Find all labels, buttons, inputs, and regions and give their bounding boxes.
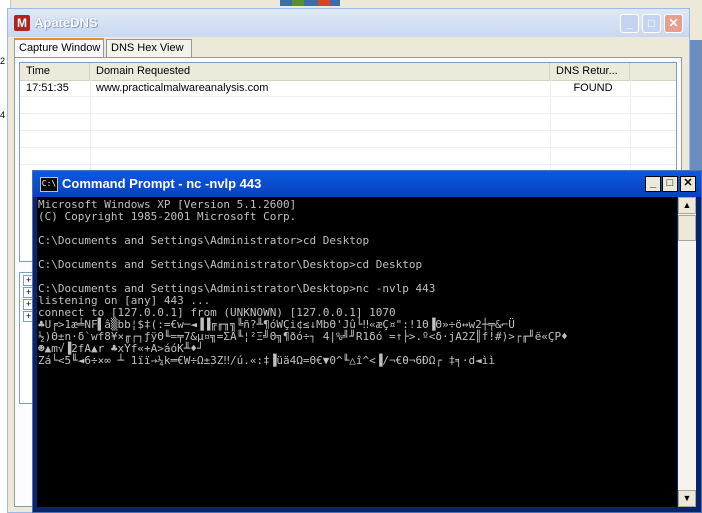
minimize-button[interactable]: _	[620, 14, 639, 33]
cell-domain: www.practicalmalwareanalysis.com	[96, 82, 269, 94]
table-row-empty	[20, 131, 676, 148]
scroll-thumb[interactable]	[678, 215, 696, 241]
table-row-empty	[20, 148, 676, 165]
maximize-button[interactable]: □	[642, 14, 661, 33]
console-output-area[interactable]: Microsoft Windows XP [Version 5.1.2600] …	[37, 197, 677, 507]
close-button[interactable]: ✕	[680, 176, 696, 192]
cell-time: 17:51:35	[26, 82, 69, 94]
table-row[interactable]: 17:51:35 www.practicalmalwareanalysis.co…	[20, 80, 676, 97]
scroll-up-icon[interactable]: ▲	[678, 197, 696, 214]
scroll-down-icon[interactable]: ▼	[678, 490, 696, 507]
close-button[interactable]: ✕	[664, 14, 683, 33]
apatedns-titlebar[interactable]: M ApateDNS _ □ ✕	[8, 9, 689, 37]
table-row-empty	[20, 97, 676, 114]
column-header-time[interactable]: Time	[20, 63, 90, 80]
background-number: 2	[0, 56, 6, 66]
background-icon	[318, 0, 330, 6]
apatedns-logo-icon: M	[14, 15, 30, 31]
maximize-button[interactable]: □	[662, 176, 678, 192]
tab-capture-window[interactable]: Capture Window	[14, 38, 104, 58]
console-output: Microsoft Windows XP [Version 5.1.2600] …	[38, 198, 568, 367]
cell-dns-return: FOUND	[573, 82, 613, 94]
background-taskbar-icons	[280, 0, 340, 6]
vertical-scrollbar[interactable]: ▲ ▼	[678, 197, 696, 507]
column-header-dns-return[interactable]: DNS Retur...	[550, 63, 630, 80]
minimize-button[interactable]: _	[645, 176, 661, 192]
background-number: 4	[0, 110, 6, 120]
command-prompt-window: C:\ Command Prompt - nc -nvlp 443 _ □ ✕ …	[32, 170, 702, 513]
background-icon	[292, 0, 304, 6]
window-title: ApateDNS	[34, 15, 98, 30]
console-icon: C:\	[40, 177, 58, 192]
column-header-domain[interactable]: Domain Requested	[90, 63, 550, 80]
table-header: Time Domain Requested DNS Retur...	[20, 63, 676, 81]
window-title: Command Prompt - nc -nvlp 443	[62, 176, 262, 191]
cmd-titlebar[interactable]: C:\ Command Prompt - nc -nvlp 443 _ □ ✕	[33, 171, 701, 197]
table-row-empty	[20, 114, 676, 131]
tab-dns-hex-view[interactable]: DNS Hex View	[106, 39, 192, 57]
